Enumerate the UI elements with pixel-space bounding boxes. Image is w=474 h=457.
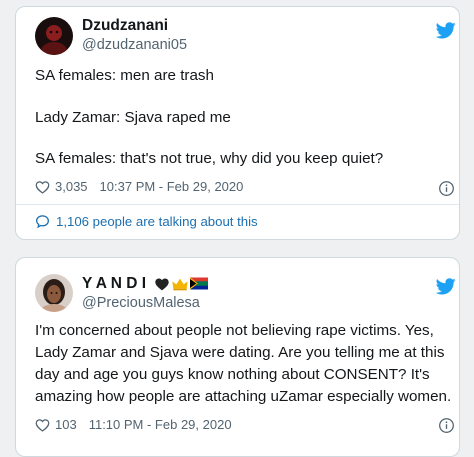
tweet-text-line: Lady Zamar: Sjava raped me (35, 109, 231, 126)
timestamp[interactable]: 11:10 PM - Feb 29, 2020 (89, 417, 232, 432)
display-name[interactable]: Dzudzanani (82, 17, 168, 35)
tweet-text-line: SA females: men are trash (35, 67, 214, 84)
speech-bubble-icon (36, 215, 49, 229)
heart-icon[interactable] (35, 418, 50, 432)
info-icon[interactable] (438, 417, 455, 434)
black-heart-icon (155, 278, 170, 291)
conversation-link[interactable]: 1,106 people are talking about this (35, 214, 258, 229)
heart-icon[interactable] (35, 180, 50, 194)
tweet-text-line: SA females: that's not true, why did you… (35, 150, 384, 167)
name-badges (154, 277, 210, 291)
divider (16, 204, 459, 205)
tweet-meta: 103 11:10 PM - Feb 29, 2020 (35, 417, 232, 432)
handle[interactable]: @PreciousMalesa (82, 295, 200, 311)
display-name-row[interactable]: Y A N D I (82, 275, 210, 293)
avatar[interactable] (35, 17, 73, 55)
like-count: 103 (55, 417, 77, 432)
south-africa-flag-icon (190, 277, 209, 290)
twitter-bird-icon[interactable] (436, 278, 456, 295)
tweet-card[interactable]: Dzudzanani @dzudzanani05 SA females: men… (15, 6, 460, 240)
display-name[interactable]: Y A N D I (82, 275, 146, 292)
tweet-text-line: I'm concerned about people not believing… (35, 322, 434, 339)
tweet-card[interactable]: Y A N D I @PreciousMalesa I'm concerned … (15, 257, 460, 457)
tweet-text-line: Lady Zamar and Sjava were dating. Are yo… (35, 344, 445, 361)
handle[interactable]: @dzudzanani05 (82, 37, 187, 53)
conversation-link-label[interactable]: 1,106 people are talking about this (56, 214, 258, 229)
tweet-text-line: day and age you guys know nothing about … (35, 366, 430, 383)
tweet-meta: 3,035 10:37 PM - Feb 29, 2020 (35, 179, 243, 194)
avatar[interactable] (35, 274, 73, 312)
info-icon[interactable] (438, 180, 455, 197)
timestamp[interactable]: 10:37 PM - Feb 29, 2020 (100, 179, 244, 194)
like-count: 3,035 (55, 179, 88, 194)
crown-icon (172, 278, 189, 291)
tweet-text-line: amazing how people are attaching uZamar … (35, 388, 452, 405)
twitter-bird-icon[interactable] (436, 22, 456, 39)
